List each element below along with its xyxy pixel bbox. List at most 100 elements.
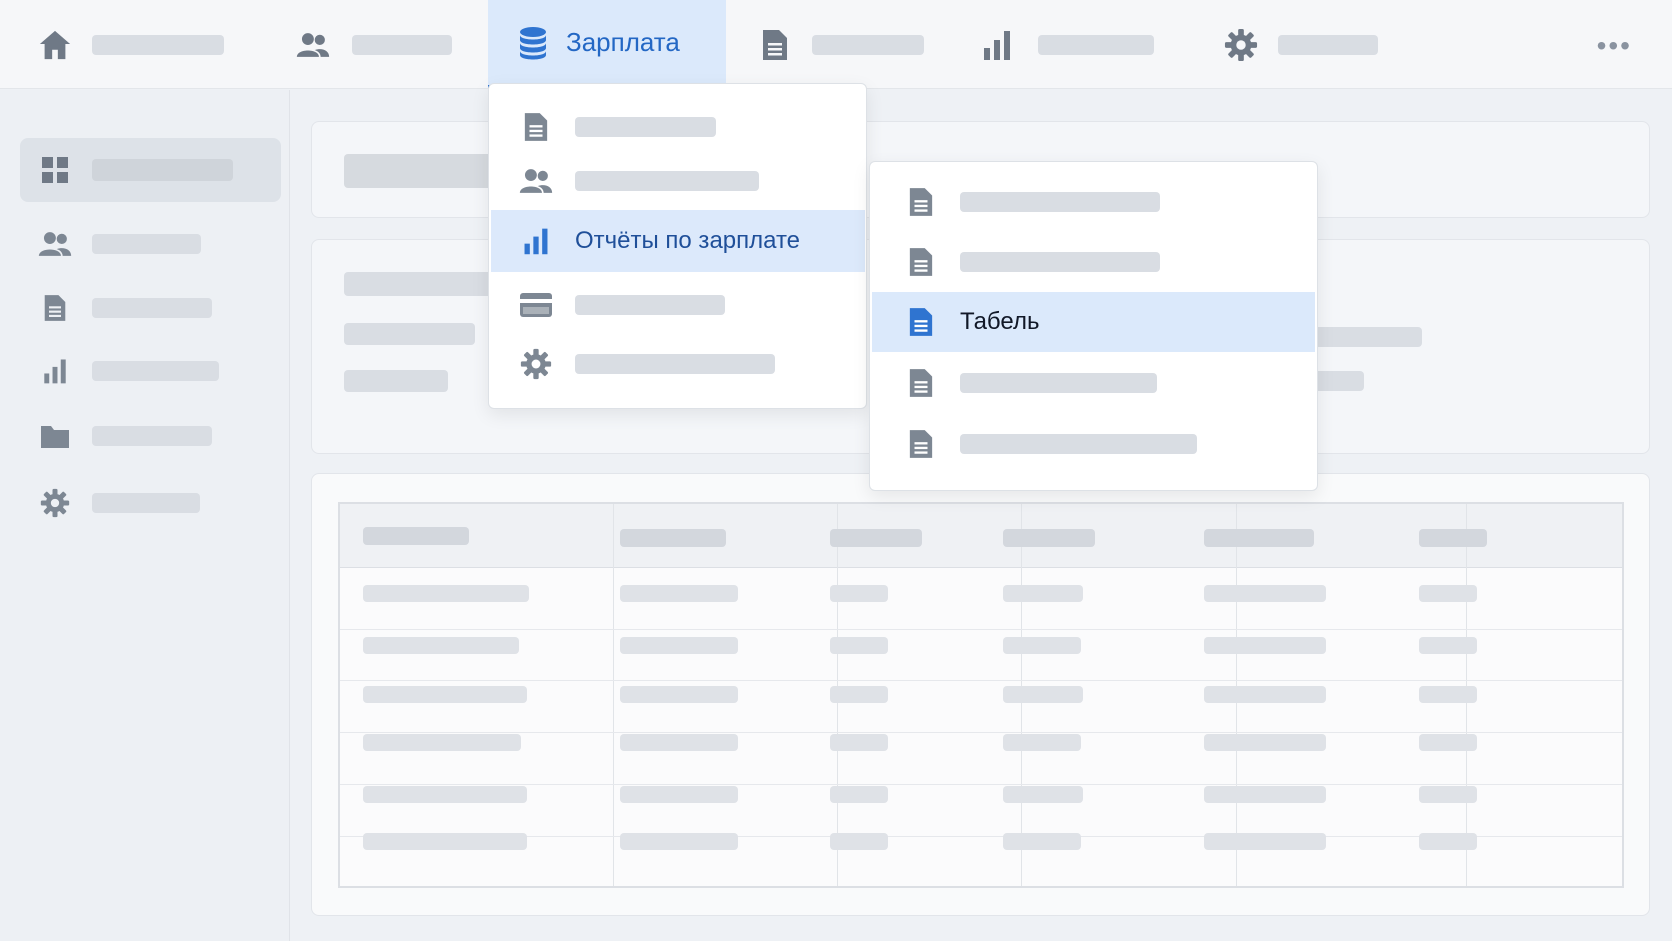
menu-label-placeholder xyxy=(575,171,759,191)
table-header-cell xyxy=(1003,529,1095,547)
table-cell xyxy=(1204,585,1326,602)
table-cell xyxy=(1419,786,1477,803)
table-cell xyxy=(363,686,527,703)
nav-documents[interactable] xyxy=(758,0,924,89)
document-icon xyxy=(904,185,938,219)
table-cell xyxy=(1419,637,1477,654)
table-cell xyxy=(620,786,738,803)
nav-label-placeholder xyxy=(92,34,224,55)
sidebar-item-reports[interactable] xyxy=(20,339,281,403)
text-placeholder xyxy=(344,370,448,392)
salary-reports-submenu: Табель xyxy=(869,161,1318,491)
more-horizontal-icon[interactable]: ••• xyxy=(1597,30,1632,62)
menu-item-label: Отчёты по зарплате xyxy=(575,227,801,254)
table-cell xyxy=(620,734,738,751)
table-cell xyxy=(363,833,527,850)
menu-item[interactable] xyxy=(491,333,865,395)
document-icon xyxy=(904,245,938,279)
nav-home[interactable] xyxy=(38,0,224,89)
table-cell xyxy=(1003,786,1083,803)
nav-label-placeholder xyxy=(1278,34,1378,55)
table-header-cell xyxy=(620,529,726,547)
salary-dropdown-menu: Отчёты по зарплате xyxy=(488,83,867,409)
table-cell xyxy=(363,637,519,654)
sidebar-label-placeholder xyxy=(92,159,233,181)
text-placeholder xyxy=(344,272,494,296)
document-icon xyxy=(38,291,72,325)
table-cell xyxy=(620,686,738,703)
sidebar xyxy=(0,90,290,941)
home-icon xyxy=(38,28,72,62)
menu-label-placeholder xyxy=(575,117,716,137)
table-cell xyxy=(1419,734,1477,751)
table-cell xyxy=(620,585,738,602)
table-cell xyxy=(363,585,529,602)
sidebar-item-files[interactable] xyxy=(20,404,281,468)
table-cell xyxy=(1204,734,1326,751)
table-header-cell xyxy=(830,529,922,547)
table-cell xyxy=(363,786,527,803)
table-cell xyxy=(1419,585,1477,602)
users-icon xyxy=(519,164,553,198)
table-cell xyxy=(1204,833,1326,850)
bar-chart-icon xyxy=(519,224,553,258)
submenu-item[interactable] xyxy=(872,414,1315,474)
menu-item-salary-reports[interactable]: Отчёты по зарплате xyxy=(491,210,865,272)
table-cell xyxy=(1204,637,1326,654)
submenu-item[interactable] xyxy=(872,232,1315,292)
submenu-item[interactable] xyxy=(872,353,1315,413)
menu-label-placeholder xyxy=(575,295,725,315)
sidebar-label-placeholder xyxy=(92,234,201,254)
document-icon xyxy=(904,366,938,400)
dashboard-grid-icon xyxy=(38,153,72,187)
submenu-item[interactable] xyxy=(872,172,1315,232)
table-cell xyxy=(830,734,888,751)
table-header-cell xyxy=(1204,529,1314,547)
table-cell xyxy=(1003,686,1083,703)
table-cell xyxy=(1003,585,1083,602)
sidebar-label-placeholder xyxy=(92,426,212,446)
submenu-item-label: Табель xyxy=(960,308,1040,335)
text-placeholder xyxy=(1312,327,1422,347)
nav-label-placeholder xyxy=(812,34,924,55)
menu-item[interactable] xyxy=(491,150,865,212)
nav-salary[interactable]: Зарплата xyxy=(488,0,726,89)
table-header-cell xyxy=(363,527,469,545)
gear-icon xyxy=(38,486,72,520)
sidebar-item-dashboard[interactable] xyxy=(20,138,281,202)
sidebar-item-settings[interactable] xyxy=(20,471,281,535)
sidebar-item-users[interactable] xyxy=(20,212,281,276)
menu-label-placeholder xyxy=(575,354,775,374)
document-icon xyxy=(904,305,938,339)
menu-item[interactable] xyxy=(491,96,865,158)
table-cell xyxy=(1003,637,1081,654)
table-cell xyxy=(620,637,738,654)
users-icon xyxy=(38,227,72,261)
table-cell xyxy=(1419,833,1477,850)
table-cell xyxy=(1419,686,1477,703)
table-header-cell xyxy=(1419,529,1487,547)
sidebar-label-placeholder xyxy=(92,298,212,318)
users-icon xyxy=(296,28,330,62)
table-cell xyxy=(620,833,738,850)
table-cell xyxy=(1003,833,1081,850)
table-cell xyxy=(363,734,521,751)
sidebar-item-documents[interactable] xyxy=(20,276,281,340)
table-cell xyxy=(830,833,888,850)
sidebar-label-placeholder xyxy=(92,493,200,513)
submenu-label-placeholder xyxy=(960,192,1160,212)
menu-item[interactable] xyxy=(491,274,865,336)
page-title-placeholder xyxy=(344,154,494,188)
nav-label-placeholder xyxy=(1038,34,1154,55)
data-table xyxy=(338,502,1624,888)
text-placeholder xyxy=(1312,371,1364,391)
nav-reports[interactable] xyxy=(980,0,1154,89)
gear-icon xyxy=(1224,28,1258,62)
text-placeholder xyxy=(344,323,475,345)
nav-users[interactable] xyxy=(296,0,452,89)
folder-icon xyxy=(38,419,72,453)
nav-settings[interactable] xyxy=(1224,0,1378,89)
submenu-item-timesheet[interactable]: Табель xyxy=(872,292,1315,352)
credit-card-icon xyxy=(519,288,553,322)
nav-salary-label: Зарплата xyxy=(566,27,680,57)
